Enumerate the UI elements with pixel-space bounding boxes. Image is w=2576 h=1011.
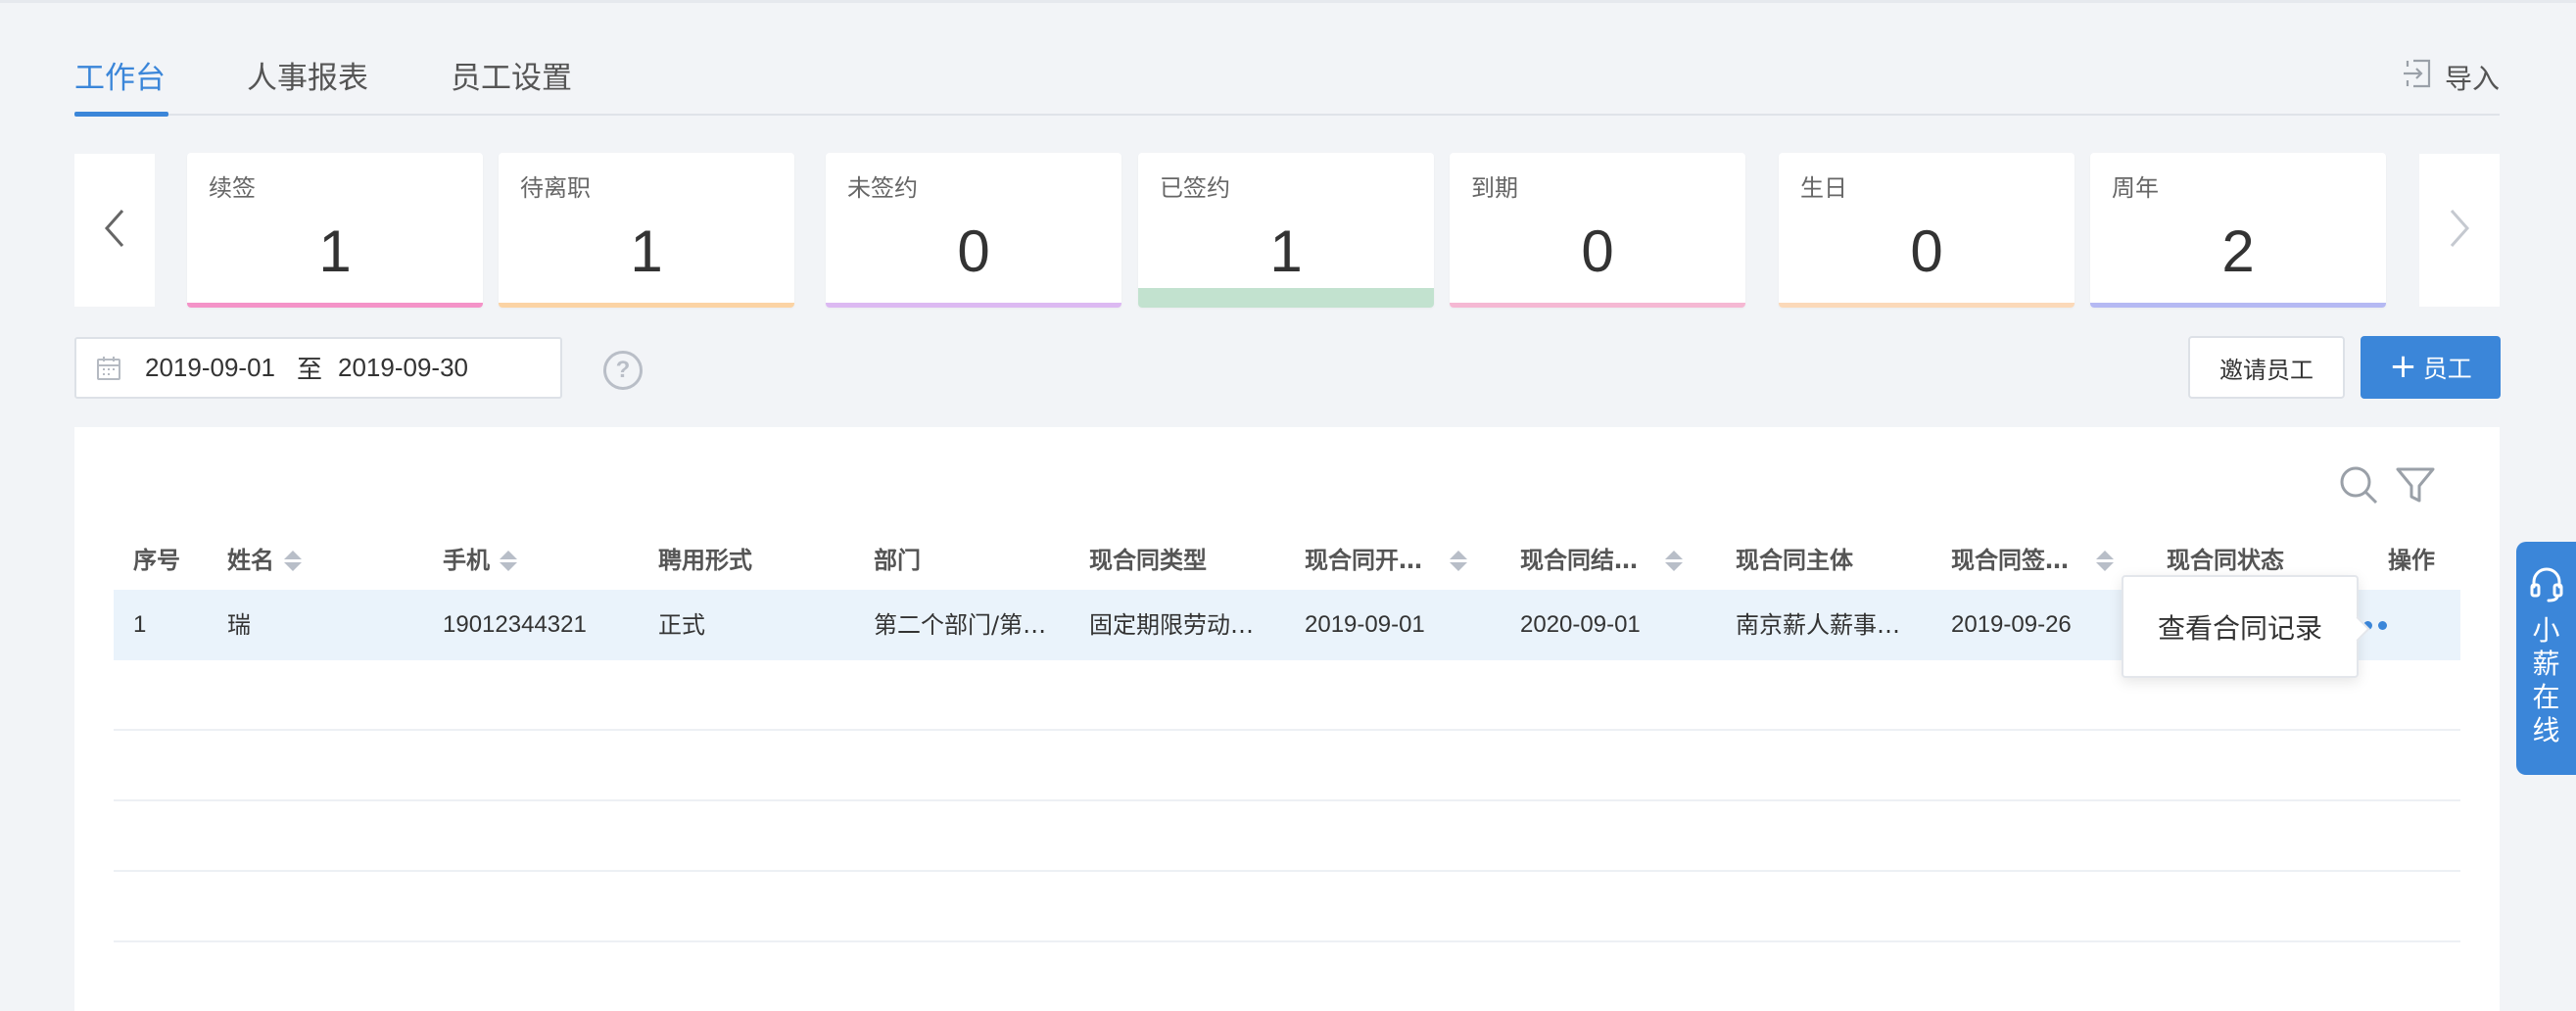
help-icon[interactable]: ? <box>603 351 643 390</box>
import-button[interactable]: 导入 <box>2400 57 2500 97</box>
column-header-contract-start[interactable]: 现合同开… <box>1305 531 1467 590</box>
sort-icon[interactable] <box>500 550 517 571</box>
cell-employment: 正式 <box>658 611 705 639</box>
cell-contract-type: 固定期限劳动… <box>1089 611 1254 639</box>
column-header-actions: 操作 <box>2388 547 2435 574</box>
search-icon[interactable] <box>2337 463 2380 506</box>
date-range-picker[interactable]: 2019-09-01 至 2019-09-30 <box>74 337 562 399</box>
table-row-empty <box>114 872 2460 942</box>
sort-icon[interactable] <box>284 550 302 571</box>
stat-card-label: 周年 <box>2112 174 2159 202</box>
sort-icon[interactable] <box>1450 550 1467 571</box>
add-employee-button[interactable]: + 员工 <box>2361 336 2501 399</box>
cell-contract-end: 2020-09-01 <box>1520 611 1641 638</box>
column-header-contract-signed[interactable]: 现合同签… <box>1951 531 2114 590</box>
stat-card-value: 1 <box>1269 218 1303 284</box>
employee-table-panel: 序号 姓名 手机 聘用形式 部门 现合同类型 现合同开… 现合同结… 现合同主体… <box>74 427 2500 1011</box>
stat-card-value: 0 <box>1910 218 1943 284</box>
online-support-widget[interactable]: 小薪在线 <box>2516 542 2576 775</box>
top-divider <box>0 0 2576 3</box>
column-header-index: 序号 <box>133 547 180 574</box>
carousel-next-button[interactable] <box>2419 154 2500 307</box>
table-row-empty <box>114 660 2460 731</box>
dot-icon <box>2378 621 2387 630</box>
chevron-left-icon <box>103 207 126 254</box>
table-header: 序号 姓名 手机 聘用形式 部门 现合同类型 现合同开… 现合同结… 现合同主体… <box>114 531 2460 590</box>
cell-phone: 19012344321 <box>443 611 587 638</box>
filter-icon[interactable] <box>2394 463 2437 506</box>
column-header-employment: 聘用形式 <box>658 547 752 574</box>
chevron-right-icon <box>2448 207 2471 254</box>
stat-card-value: 1 <box>318 218 352 284</box>
stat-card-label: 未签约 <box>847 174 918 202</box>
cell-index: 1 <box>133 611 147 638</box>
column-header-dept: 部门 <box>874 547 921 574</box>
stat-card-pending-leave[interactable]: 待离职 1 <box>499 153 794 308</box>
stat-card-expiring[interactable]: 到期 0 <box>1450 153 1745 308</box>
table-row[interactable]: 1 瑞 19012344321 正式 第二个部门/第… 固定期限劳动… 2019… <box>114 590 2460 660</box>
stat-card-birthday[interactable]: 生日 0 <box>1779 153 2075 308</box>
stat-card-bar <box>499 303 794 308</box>
stat-card-unsigned[interactable]: 未签约 0 <box>826 153 1121 308</box>
main-tabs: 工作台 人事报表 员工设置 导入 <box>74 49 2500 117</box>
column-header-contract-end[interactable]: 现合同结… <box>1520 531 1683 590</box>
column-header-phone[interactable]: 手机 <box>443 531 517 590</box>
add-employee-label: 员工 <box>2422 355 2472 383</box>
cell-contract-start: 2019-09-01 <box>1305 611 1425 638</box>
stat-card-bar <box>2090 303 2386 308</box>
stat-card-anniversary[interactable]: 周年 2 <box>2090 153 2386 308</box>
tab-workbench[interactable]: 工作台 <box>74 53 166 97</box>
cell-contract-entity: 南京薪人薪事… <box>1736 611 1900 639</box>
stat-card-bar <box>1779 303 2075 308</box>
stat-card-value: 1 <box>630 218 663 284</box>
stat-card-bar <box>826 303 1121 308</box>
stat-card-signed[interactable]: 已签约 1 <box>1138 153 1434 308</box>
cell-contract-signed: 2019-09-26 <box>1951 611 2072 638</box>
stat-card-value: 0 <box>1581 218 1614 284</box>
column-header-contract-type: 现合同类型 <box>1089 547 1207 574</box>
active-tab-underline <box>74 112 168 117</box>
tab-employee-settings[interactable]: 员工设置 <box>451 53 572 97</box>
headset-icon <box>2529 565 2564 614</box>
stat-card-bar <box>1450 303 1745 308</box>
table-row-empty <box>114 801 2460 872</box>
import-label: 导入 <box>2444 62 2500 95</box>
invite-employee-button[interactable]: 邀请员工 <box>2188 336 2345 399</box>
stat-card-label: 到期 <box>1471 174 1518 202</box>
view-contract-history-menu-item[interactable]: 查看合同记录 <box>2122 575 2359 678</box>
stat-card-label: 生日 <box>1800 174 1847 202</box>
cell-name: 瑞 <box>227 611 251 639</box>
import-icon <box>2400 57 2433 97</box>
column-header-contract-entity: 现合同主体 <box>1736 547 1853 574</box>
table-row-empty <box>114 731 2460 801</box>
stat-card-bar <box>187 303 483 308</box>
stat-card-value: 0 <box>957 218 990 284</box>
date-range-end: 2019-09-30 <box>338 353 469 382</box>
carousel-prev-button[interactable] <box>74 154 155 307</box>
plus-icon: + <box>2389 346 2417 386</box>
date-range-start: 2019-09-01 <box>145 353 275 382</box>
stat-card-label: 待离职 <box>520 174 591 202</box>
sort-icon[interactable] <box>2096 550 2114 571</box>
stat-card-label: 续签 <box>209 174 256 202</box>
calendar-icon <box>96 356 121 381</box>
stat-card-renewal[interactable]: 续签 1 <box>187 153 483 308</box>
stat-card-bar <box>1138 288 1434 308</box>
stat-card-label: 已签约 <box>1160 174 1230 202</box>
date-range-separator: 至 <box>297 356 323 385</box>
tab-hr-report[interactable]: 人事报表 <box>247 53 368 97</box>
column-header-name[interactable]: 姓名 <box>227 531 302 590</box>
online-support-label: 小薪在线 <box>2532 614 2560 746</box>
sort-icon[interactable] <box>1665 550 1683 571</box>
stat-card-value: 2 <box>2221 218 2255 284</box>
cell-dept: 第二个部门/第… <box>874 611 1047 639</box>
